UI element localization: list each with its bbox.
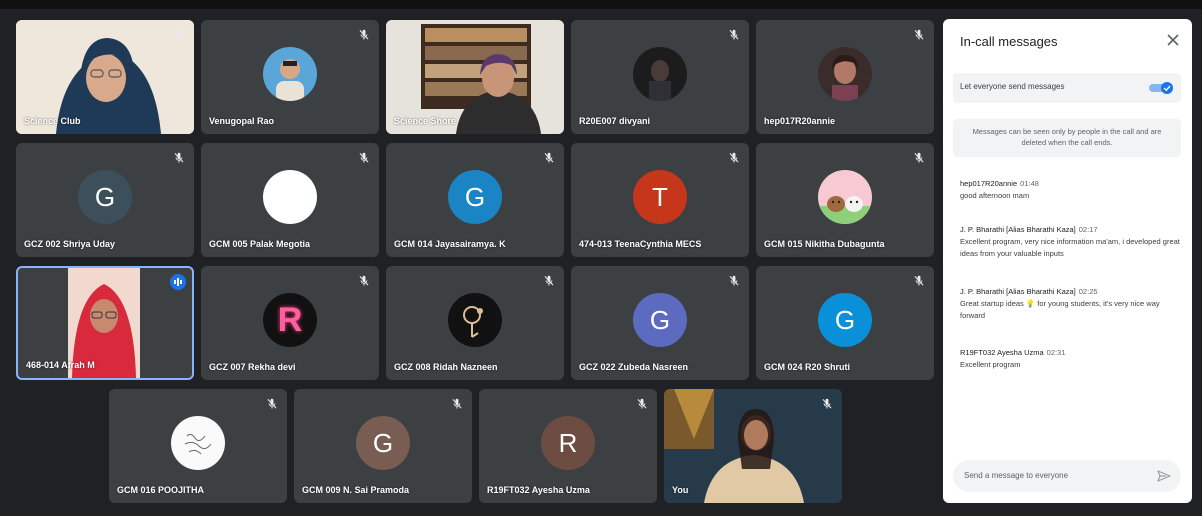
participant-tile[interactable]: T 474-013 TeenaCynthia MECS xyxy=(571,143,749,257)
panel-title: In-call messages xyxy=(960,34,1058,49)
mic-muted-icon xyxy=(635,397,649,411)
participant-avatar xyxy=(633,47,687,101)
mic-muted-icon xyxy=(172,28,186,42)
participant-name: Science Shore xyxy=(394,116,457,126)
chat-message: hep017R20annie 01:48 good afternoon mam xyxy=(960,178,1182,202)
participant-tile[interactable]: R R19FT032 Ayesha Uzma xyxy=(479,389,657,503)
participant-name: R19FT032 Ayesha Uzma xyxy=(487,485,590,495)
participant-name: Science Club xyxy=(24,116,81,126)
participant-tile[interactable]: Science Shore xyxy=(386,20,564,134)
participant-tile[interactable]: G GCZ 002 Shriya Uday xyxy=(16,143,194,257)
mic-muted-icon xyxy=(357,274,371,288)
participant-avatar xyxy=(448,293,502,347)
mic-muted-icon xyxy=(265,397,279,411)
participant-tile[interactable]: Venugopal Rao xyxy=(201,20,379,134)
participant-avatar: T xyxy=(633,170,687,224)
allow-messages-toggle[interactable] xyxy=(1148,81,1174,95)
participant-tile[interactable]: R20E007 divyani xyxy=(571,20,749,134)
chat-message: J. P. Bharathi [Alias Bharathi Kaza] 02:2… xyxy=(960,286,1182,322)
participant-name: GCZ 007 Rekha devi xyxy=(209,362,296,372)
message-text: Excellent program, very nice information… xyxy=(960,237,1180,258)
participant-name: GCM 005 Palak Megotia xyxy=(209,239,311,249)
participant-avatar: R xyxy=(541,416,595,470)
message-input-placeholder: Send a message to everyone xyxy=(964,471,1069,480)
mic-muted-icon xyxy=(542,274,556,288)
mic-muted-icon xyxy=(357,28,371,42)
message-sender: hep017R20annie xyxy=(960,179,1018,188)
participant-name: GCM 014 Jayasairamya. K xyxy=(394,239,506,249)
participant-tile-active[interactable]: 468-014 Afrah M xyxy=(16,266,194,380)
self-tile[interactable]: You xyxy=(664,389,842,503)
participant-avatar xyxy=(171,416,225,470)
message-time: 01:48 xyxy=(1020,179,1039,188)
mic-muted-icon xyxy=(912,151,926,165)
participant-name: GCM 024 R20 Shruti xyxy=(764,362,851,372)
participant-name: GCM 009 N. Sai Pramoda xyxy=(302,485,410,495)
participant-tile[interactable]: hep017R20annie xyxy=(756,20,934,134)
participant-name: GCZ 008 Ridah Nazneen xyxy=(394,362,498,372)
participant-avatar xyxy=(818,170,872,224)
message-sender: R19FT032 Ayesha Uzma xyxy=(960,348,1044,357)
participant-tile[interactable]: G GCM 009 N. Sai Pramoda xyxy=(294,389,472,503)
participant-avatar xyxy=(263,47,317,101)
message-time: 02:31 xyxy=(1046,348,1066,357)
participant-tile[interactable]: R GCZ 007 Rekha devi xyxy=(201,266,379,380)
participant-tile[interactable]: G GCM 024 R20 Shruti xyxy=(756,266,934,380)
self-name: You xyxy=(672,485,689,495)
participant-avatar: G xyxy=(448,170,502,224)
mic-muted-icon xyxy=(727,151,741,165)
chat-message: J. P. Bharathi [Alias Bharathi Kaza] 02:1… xyxy=(960,224,1182,260)
message-text: Excellent program xyxy=(960,360,1021,369)
privacy-notice: Messages can be seen only by people in t… xyxy=(953,119,1181,157)
message-text: Great startup ideas 💡 for young students… xyxy=(960,299,1160,320)
close-icon[interactable] xyxy=(1166,33,1180,47)
mic-muted-icon xyxy=(450,397,464,411)
participant-tile[interactable]: GCM 015 Nikitha Dubagunta xyxy=(756,143,934,257)
participant-name: GCM 016 POOJITHA xyxy=(117,485,205,495)
toggle-label: Let everyone send messages xyxy=(960,82,1065,91)
allow-messages-row: Let everyone send messages xyxy=(953,73,1181,103)
message-time: 02:17 xyxy=(1078,225,1098,234)
participant-tile[interactable]: GCM 005 Palak Megotia xyxy=(201,143,379,257)
participant-tile[interactable]: Science Club xyxy=(16,20,194,134)
participant-name: 468-014 Afrah M xyxy=(26,360,95,370)
message-sender: J. P. Bharathi [Alias Bharathi Kaza] xyxy=(960,225,1076,234)
mic-muted-icon xyxy=(912,274,926,288)
message-time: 02:25 xyxy=(1078,287,1098,296)
participant-name: 474-013 TeenaCynthia MECS xyxy=(579,239,702,249)
participant-name: GCZ 002 Shriya Uday xyxy=(24,239,116,249)
participant-avatar: G xyxy=(78,170,132,224)
mic-muted-icon xyxy=(727,274,741,288)
participant-avatar: R xyxy=(263,293,317,347)
participant-tile[interactable]: GCM 016 POOJITHA xyxy=(109,389,287,503)
participant-tile[interactable]: G GCM 014 Jayasairamya. K xyxy=(386,143,564,257)
mic-muted-icon xyxy=(357,151,371,165)
speaking-indicator-icon xyxy=(170,274,186,290)
message-input[interactable]: Send a message to everyone xyxy=(953,460,1181,492)
participant-avatar: G xyxy=(818,293,872,347)
message-sender: J. P. Bharathi [Alias Bharathi Kaza] xyxy=(960,287,1076,296)
mic-muted-icon xyxy=(542,151,556,165)
mic-muted-icon xyxy=(172,151,186,165)
participant-name: GCZ 022 Zubeda Nasreen xyxy=(579,362,689,372)
participant-avatar xyxy=(263,170,317,224)
chat-message: R19FT032 Ayesha Uzma 02:31 Excellent prog… xyxy=(960,347,1182,371)
in-call-messages-panel: In-call messages Let everyone send messa… xyxy=(943,19,1192,503)
participant-avatar xyxy=(818,47,872,101)
participant-name: hep017R20annie xyxy=(764,116,836,126)
top-bar xyxy=(0,0,1202,9)
participant-avatar: G xyxy=(356,416,410,470)
self-video xyxy=(664,389,842,503)
participant-name: GCM 015 Nikitha Dubagunta xyxy=(764,239,885,249)
participant-name: Venugopal Rao xyxy=(209,116,275,126)
message-text: good afternoon mam xyxy=(960,191,1030,200)
mic-muted-icon xyxy=(820,397,834,411)
participant-name: R20E007 divyani xyxy=(579,116,651,126)
mic-muted-icon xyxy=(727,28,741,42)
participant-avatar: G xyxy=(633,293,687,347)
participant-tile[interactable]: GCZ 008 Ridah Nazneen xyxy=(386,266,564,380)
participant-tile[interactable]: G GCZ 022 Zubeda Nasreen xyxy=(571,266,749,380)
send-icon[interactable] xyxy=(1157,469,1171,483)
mic-muted-icon xyxy=(912,28,926,42)
